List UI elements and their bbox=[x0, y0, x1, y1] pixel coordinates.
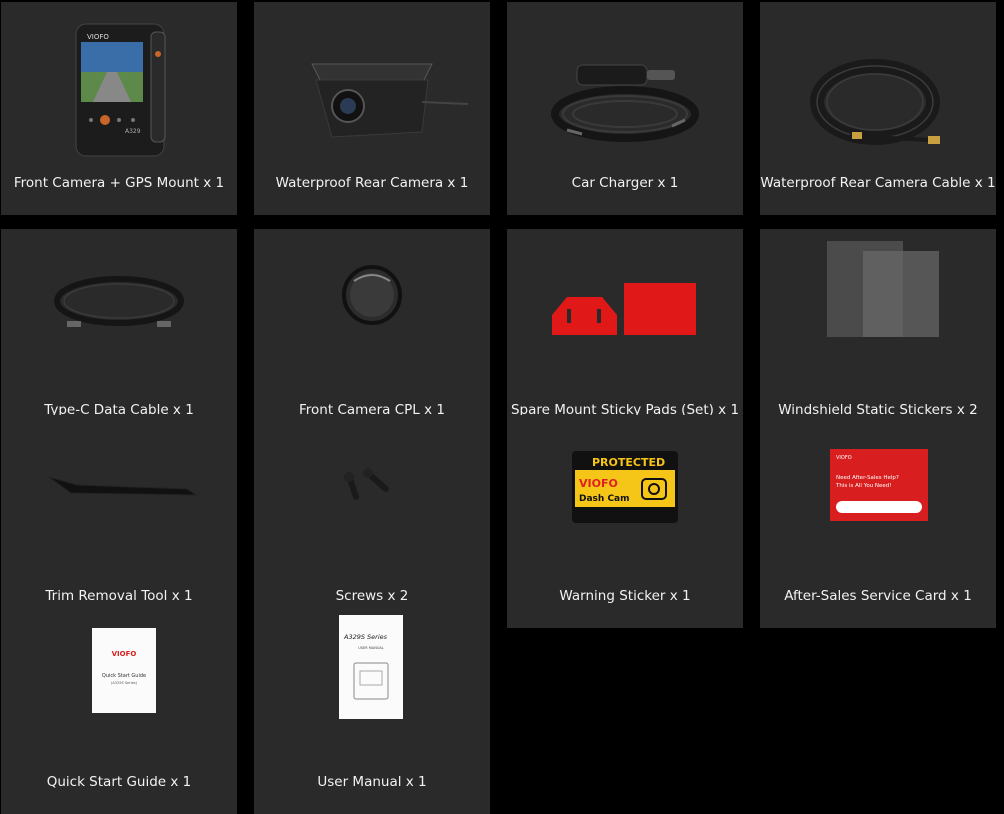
front-camera-model-badge: A329 bbox=[125, 128, 141, 135]
item-rear-cable: Waterproof Rear Camera Cable x 1 bbox=[760, 2, 996, 215]
cpl-filter-image bbox=[342, 265, 402, 325]
item-label: User Manual x 1 bbox=[317, 774, 427, 790]
item-static-stickers: Windshield Static Stickers x 2 bbox=[760, 229, 996, 442]
item-car-charger: Car Charger x 1 bbox=[507, 2, 743, 215]
item-quick-start-guide: VIOFO Quick Start Guide (A329S Series) Q… bbox=[1, 601, 237, 814]
service-card-line1: Need After-Sales Help? bbox=[836, 475, 899, 481]
item-label: Quick Start Guide x 1 bbox=[46, 774, 192, 790]
item-label: Waterproof Rear Camera x 1 bbox=[275, 175, 469, 191]
qsg-brand-text: VIOFO bbox=[112, 650, 137, 658]
item-screws: Screws x 2 bbox=[254, 415, 490, 628]
quick-start-guide-image: VIOFO Quick Start Guide (A329S Series) bbox=[92, 628, 156, 713]
service-card-line2: This is All You Need! bbox=[835, 483, 892, 489]
item-cpl-filter: Front Camera CPL x 1 bbox=[254, 229, 490, 442]
service-card-brand-text: VIOFO bbox=[836, 455, 852, 461]
package-contents-grid: VIOFO A329 Front Camera + GPS Mount x 1 … bbox=[0, 0, 1004, 814]
item-label: Warning Sticker x 1 bbox=[559, 588, 691, 604]
qsg-subtitle-text: (A329S Series) bbox=[111, 681, 138, 685]
user-manual-image: A329S Series USER MANUAL bbox=[339, 615, 403, 719]
item-typec-cable: Type-C Data Cable x 1 bbox=[1, 229, 237, 442]
item-label: After-Sales Service Card x 1 bbox=[784, 588, 972, 604]
rear-camera-image bbox=[311, 63, 469, 138]
sticky-pads-image bbox=[552, 283, 696, 335]
rear-cable-image bbox=[810, 59, 940, 145]
front-camera-brand-text: VIOFO bbox=[87, 33, 109, 41]
service-card-image: VIOFO Need After-Sales Help? This is All… bbox=[830, 449, 928, 521]
item-label: Car Charger x 1 bbox=[571, 175, 679, 191]
item-service-card: VIOFO Need After-Sales Help? This is All… bbox=[760, 415, 996, 628]
item-label: Front Camera + GPS Mount x 1 bbox=[13, 175, 225, 191]
warning-dashcam-text: Dash Cam bbox=[579, 494, 630, 504]
static-stickers-image bbox=[827, 241, 939, 337]
trim-tool-image bbox=[48, 476, 198, 496]
screws-image bbox=[344, 468, 389, 500]
qsg-title-text: Quick Start Guide bbox=[102, 673, 146, 679]
item-warning-sticker: PROTECTED VIOFO Dash Cam Warning Sticker… bbox=[507, 415, 743, 628]
item-trim-tool: Trim Removal Tool x 1 bbox=[1, 415, 237, 628]
car-charger-image bbox=[551, 64, 699, 142]
item-rear-camera: Waterproof Rear Camera x 1 bbox=[254, 2, 490, 215]
front-camera-image: VIOFO A329 bbox=[75, 23, 166, 157]
item-sticky-pads: Spare Mount Sticky Pads (Set) x 1 bbox=[507, 229, 743, 442]
typec-cable-image bbox=[54, 276, 184, 327]
warning-brand-text: VIOFO bbox=[579, 477, 618, 490]
item-user-manual: A329S Series USER MANUAL User Manual x 1 bbox=[254, 601, 490, 814]
item-front-camera: VIOFO A329 Front Camera + GPS Mount x 1 bbox=[1, 2, 237, 215]
manual-model-text: A329S Series bbox=[343, 633, 388, 641]
warning-protected-text: PROTECTED bbox=[592, 456, 665, 469]
warning-sticker-image: PROTECTED VIOFO Dash Cam bbox=[572, 451, 678, 523]
manual-title-text: USER MANUAL bbox=[358, 646, 384, 650]
item-label: Waterproof Rear Camera Cable x 1 bbox=[760, 175, 996, 191]
